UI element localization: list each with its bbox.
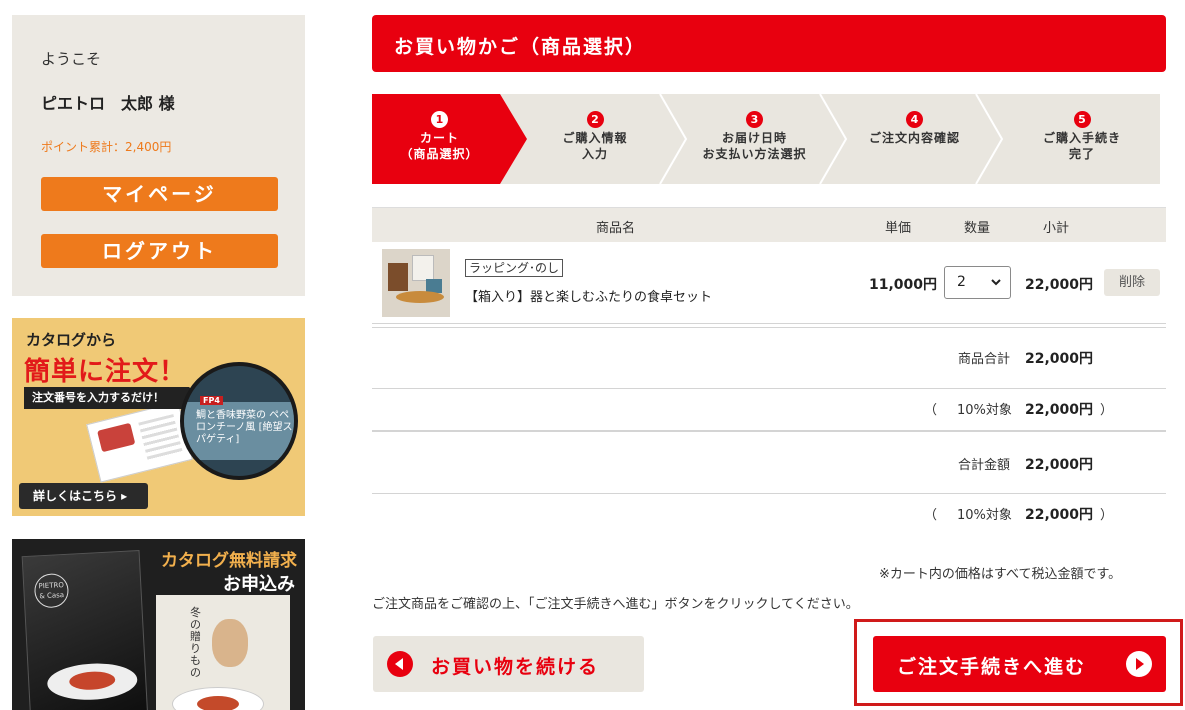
quantity-select[interactable]: 2 bbox=[944, 266, 1011, 299]
catalog-request-banner[interactable]: PIETRO & Casa 冬の贈りもの カタログ無料請求 お申込み bbox=[12, 539, 305, 710]
column-header-unit-price: 単価 bbox=[885, 221, 912, 236]
step-label: ご注文内容確認 bbox=[868, 131, 960, 145]
step-number: 4 bbox=[906, 111, 923, 128]
paren-open: （ bbox=[924, 403, 938, 418]
chevron-down-icon bbox=[991, 279, 1001, 286]
step-label: ご購入情報 入力 bbox=[562, 131, 628, 161]
proceed-checkout-button[interactable]: ご注文手続きへ進む bbox=[873, 636, 1166, 692]
product-tray-shape bbox=[396, 291, 444, 303]
catalog-detail-link[interactable]: 詳しくはこちら ▸ bbox=[19, 483, 148, 509]
request-banner-subtitle: お申込み bbox=[223, 574, 295, 595]
catalog-banner-ribbon: 注文番号を入力するだけ！ bbox=[24, 387, 201, 409]
catalog-zoom-circle: FP4 鯛と香味野菜の ペペロンチーノ風 [絶望スパゲティ] bbox=[180, 362, 298, 480]
request-banner-title: カタログ無料請求 bbox=[161, 551, 297, 571]
welcome-text: ようこそ bbox=[41, 50, 102, 68]
column-header-subtotal: 小計 bbox=[1043, 221, 1070, 236]
paren-close: ） bbox=[1100, 403, 1114, 418]
catalog-banner-line1: カタログから bbox=[26, 331, 117, 349]
catalog-order-banner[interactable]: カタログから 簡単に注文！ 注文番号を入力するだけ！ FP4 鯛と香味野菜の ペ… bbox=[12, 318, 305, 516]
pasta-plate-image bbox=[46, 661, 139, 703]
step-label: お届け日時 お支払い方法選択 bbox=[702, 131, 807, 161]
step-purchase-info: 2 ご購入情報 入力 bbox=[530, 94, 660, 184]
tax-included-note: ※カート内の価格はすべて税込金額です。 bbox=[879, 567, 1122, 582]
figure-image bbox=[212, 619, 248, 667]
tax-rate-label: 10%対象 bbox=[957, 508, 1012, 523]
page-title: お買い物かご（商品選択） bbox=[394, 36, 647, 58]
step-number: 5 bbox=[1073, 111, 1091, 128]
pasta-plate-image-2 bbox=[172, 687, 264, 710]
catalog-banner-line2: 簡単に注文！ bbox=[24, 357, 187, 387]
step-number: 3 bbox=[746, 111, 763, 128]
mypage-button[interactable]: マイページ bbox=[41, 177, 278, 211]
catalog-book-image bbox=[86, 401, 193, 483]
grand-total-row: 合計金額 22,000円 bbox=[372, 430, 1166, 493]
step-label: ご購入手続き 完了 bbox=[1042, 131, 1121, 161]
product-box-shape bbox=[388, 263, 408, 291]
product-total-value: 22,000円 bbox=[1025, 351, 1094, 367]
product-total-row: 商品合計 22,000円 bbox=[372, 327, 1166, 389]
catalog-code: FP4 bbox=[200, 396, 223, 405]
product-thumbnail[interactable] bbox=[382, 249, 450, 317]
step-delivery-payment: 3 お届け日時 お支払い方法選択 bbox=[682, 94, 827, 184]
arrow-left-circle-icon bbox=[387, 651, 413, 677]
unit-price: 11,000円 bbox=[869, 277, 938, 293]
tax-breakdown-row: （ 10%対象 22,000円 ） bbox=[372, 388, 1166, 430]
arrow-right-circle-icon bbox=[1126, 651, 1152, 677]
user-name: ピエトロ 太郎 様 bbox=[41, 94, 175, 113]
step-number: 1 bbox=[431, 111, 448, 128]
step-cart: 1 カート （商品選択） bbox=[372, 94, 507, 184]
checkout-instruction: ご注文商品をご確認の上、「ご注文手続きへ進む」ボタンをクリックしてください。 bbox=[372, 597, 859, 612]
paren-open: （ bbox=[924, 508, 938, 523]
catalog-product-text: 鯛と香味野菜の ペペロンチーノ風 [絶望スパゲティ] bbox=[196, 410, 293, 445]
grand-tax-breakdown-row: （ 10%対象 22,000円 ） bbox=[372, 493, 1166, 533]
catalog-winter-image: 冬の贈りもの bbox=[156, 595, 290, 710]
delete-button[interactable]: 削除 bbox=[1104, 269, 1160, 296]
welcome-panel: ようこそ ピエトロ 太郎 様 ポイント累計：2,400円 マイページ ログアウト bbox=[12, 15, 305, 296]
checkout-steps: 1 カート （商品選択） 2 ご購入情報 入力 3 お届け日時 お支払い方法選択… bbox=[372, 94, 1160, 184]
grand-total-label: 合計金額 bbox=[958, 458, 1011, 473]
proceed-checkout-label: ご注文手続きへ進む bbox=[897, 656, 1087, 678]
grand-total-value: 22,000円 bbox=[1025, 457, 1094, 473]
page-header: お買い物かご（商品選択） bbox=[372, 15, 1166, 72]
cart-item-row: ラッピング･のし 【箱入り】器と楽しむふたりの食卓セット 11,000円 2 2… bbox=[372, 242, 1166, 324]
tax-target-value: 22,000円 bbox=[1025, 402, 1094, 418]
paren-close: ） bbox=[1100, 508, 1114, 523]
catalog-cover-image: PIETRO & Casa bbox=[21, 550, 149, 710]
continue-shopping-label: お買い物を続ける bbox=[431, 656, 600, 678]
item-subtotal: 22,000円 bbox=[1025, 277, 1094, 293]
logout-button[interactable]: ログアウト bbox=[41, 234, 278, 268]
column-header-quantity: 数量 bbox=[964, 221, 991, 236]
step-label: カート （商品選択） bbox=[400, 131, 479, 161]
wrapping-tag: ラッピング･のし bbox=[465, 259, 564, 277]
step-number: 2 bbox=[586, 111, 604, 128]
product-name[interactable]: 【箱入り】器と楽しむふたりの食卓セット bbox=[465, 286, 712, 305]
continue-shopping-button[interactable]: お買い物を続ける bbox=[373, 636, 644, 692]
tax-rate-label: 10%対象 bbox=[957, 403, 1012, 418]
product-cup-shape bbox=[412, 255, 434, 281]
step-complete: 5 ご購入手続き 完了 bbox=[1012, 94, 1152, 184]
points-total: ポイント累計：2,400円 bbox=[41, 140, 172, 154]
winter-catalog-text: 冬の贈りもの bbox=[190, 606, 201, 679]
brand-logo: PIETRO & Casa bbox=[33, 572, 70, 609]
cart-table-header: 商品名 単価 数量 小計 bbox=[372, 207, 1166, 242]
quantity-value: 2 bbox=[957, 274, 966, 290]
tax-target-value: 22,000円 bbox=[1025, 507, 1094, 523]
column-header-name: 商品名 bbox=[596, 221, 636, 236]
product-total-label: 商品合計 bbox=[958, 352, 1011, 367]
step-order-confirm: 4 ご注文内容確認 bbox=[847, 94, 982, 184]
